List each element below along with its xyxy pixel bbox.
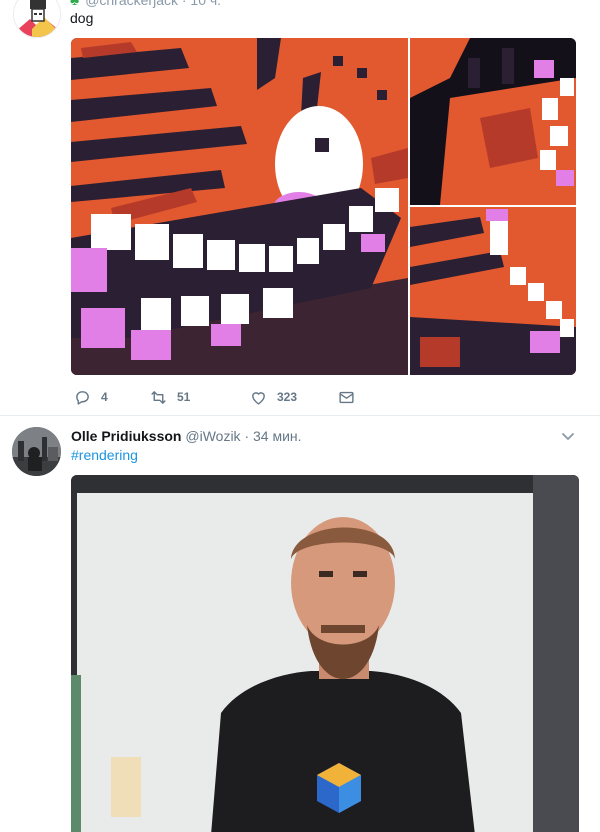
reply-button[interactable]: 4: [74, 389, 120, 406]
author-name[interactable]: Olle Pridiuksson: [71, 428, 181, 444]
direct-message-button[interactable]: [338, 389, 365, 406]
like-count: 323: [277, 390, 298, 404]
retweet-icon: [151, 390, 166, 404]
timeline: ♣ @chrackerjack · 10 ч. dog 4 51 323 Oll…: [0, 0, 600, 832]
leaf-icon: ♣: [70, 0, 80, 8]
tweet-card[interactable]: Olle Pridiuksson @iWozik · 34 мин. #rend…: [0, 417, 600, 832]
retweet-button[interactable]: 51: [150, 389, 220, 406]
tweet-text: dog: [70, 10, 94, 26]
tweet-handle-time[interactable]: @iWozik · 34 мин.: [185, 428, 301, 444]
heart-icon: [252, 391, 265, 405]
media-grid: [71, 38, 576, 375]
envelope-icon: [339, 391, 354, 403]
reply-icon: [76, 390, 89, 405]
chevron-down-icon[interactable]: [560, 428, 576, 444]
tweet-card[interactable]: ♣ @chrackerjack · 10 ч. dog 4 51 323: [0, 0, 600, 416]
hashtag-link[interactable]: #rendering: [71, 447, 138, 463]
avatar[interactable]: [13, 0, 61, 38]
tweet-actions: 4 51 323: [74, 386, 395, 408]
tweet-header: Olle Pridiuksson @iWozik · 34 мин.: [71, 428, 302, 444]
media-image-main[interactable]: [71, 38, 408, 375]
retweet-count: 51: [177, 390, 191, 404]
tweet-handle-time[interactable]: @chrackerjack · 10 ч.: [85, 0, 221, 8]
reply-count: 4: [101, 390, 108, 404]
media-image-top-right[interactable]: [410, 38, 576, 205]
avatar[interactable]: [12, 427, 61, 476]
media-image[interactable]: [71, 475, 579, 832]
tweet-header: ♣ @chrackerjack · 10 ч.: [70, 0, 221, 8]
like-button[interactable]: 323: [250, 389, 308, 406]
media-image-bottom-right[interactable]: [410, 207, 576, 375]
